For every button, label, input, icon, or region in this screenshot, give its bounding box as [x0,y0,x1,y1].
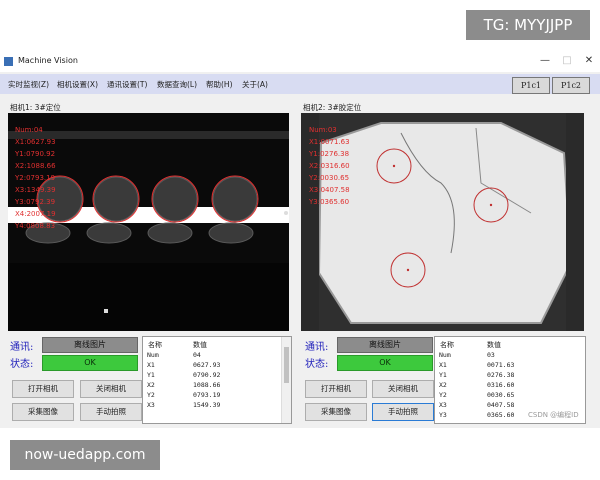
camera2-close-button[interactable]: 关闭相机 [372,380,434,398]
table-row-value: 0407.58 [487,401,515,409]
table-row-value: 0276.38 [487,371,515,379]
camera1-table-scrollbar[interactable] [281,337,291,423]
table-row-value: 0793.19 [193,391,221,399]
table-row-value: 1549.39 [193,401,221,409]
menu-bar: 实时监视(Z) 相机设置(X) 通讯设置(T) 数据查询(L) 帮助(H) 关于… [0,74,600,94]
cam2-overlay-y3: Y3:0365.60 [309,198,350,206]
table-row-value: 03 [487,351,495,359]
camera1-comm-value: 离线图片 [42,337,138,353]
menu-item-comm-settings[interactable]: 通讯设置(T) [107,79,147,90]
table-row-name: Y3 [439,411,447,419]
camera1-result-table[interactable]: 名称 数值 Num 04 X1 0627.93 Y1 0790.92 X2 1088.66 Y2… [142,336,292,424]
camera2-comm-value: 离线图片 [337,337,433,353]
table-row-name: X2 [147,381,155,389]
camera2-label: 相机2: 3#胶定位 [303,103,362,112]
cam1-overlay-x3: X3:1349.39 [15,186,56,194]
cam2-overlay-x2: X2:0316.60 [309,162,350,170]
camera1-table-header-value: 数值 [193,341,207,349]
table-row-value: 1088.66 [193,381,221,389]
table-row-value: 0365.60 [487,411,515,419]
menu-item-data-query[interactable]: 数据查询(L) [157,79,197,90]
window-title: Machine Vision [18,56,78,65]
close-icon[interactable]: ✕ [582,55,596,66]
table-row-value: 0790.92 [193,371,221,379]
camera1-open-button[interactable]: 打开相机 [12,380,74,398]
camera1-comm-label: 通讯: [10,342,34,353]
cam1-overlay-num: Num:04 [15,126,43,134]
table-row-value: 0627.93 [193,361,221,369]
table-row-name: X1 [439,361,447,369]
table-row-name: Y2 [439,391,447,399]
camera1-close-button[interactable]: 关闭相机 [80,380,142,398]
cam1-overlay-y2: Y2:0793.19 [15,174,56,182]
app-icon [4,57,13,66]
camera1-capture-button[interactable]: 采集图像 [12,403,74,421]
camera2-table-header-value: 数值 [487,341,501,349]
table-row-name: Num [147,351,159,359]
camera1-status-label: 状态: [10,359,34,370]
camera2-status-value: OK [337,355,433,371]
cam2-overlay-x1: X1:0071.63 [309,138,350,146]
cam1-overlay-y1: Y1:0790.92 [15,150,56,158]
camera2-open-button[interactable]: 打开相机 [305,380,367,398]
camera2-capture-button[interactable]: 采集图像 [305,403,367,421]
camera2-comm-label: 通讯: [305,342,329,353]
table-row-value: 0071.63 [487,361,515,369]
camera1-table-header-name: 名称 [148,341,162,349]
menu-item-monitor[interactable]: 实时监视(Z) [8,79,49,90]
table-row-name: X2 [439,381,447,389]
csdn-watermark: CSDN @编程ID [528,411,579,419]
table-row-name: Num [439,351,451,359]
maximize-icon[interactable]: □ [560,55,574,66]
camera2-status-label: 状态: [305,359,329,370]
scrollbar-thumb[interactable] [284,347,289,383]
table-row-name: Y1 [147,371,155,379]
cam2-overlay-x3: X3:0407.58 [309,186,350,194]
plc2-button[interactable]: P1c2 [552,77,590,94]
cam1-overlay-x2: X2:1088.66 [15,162,56,170]
cam2-overlay-y2: Y2:0030.65 [309,174,350,182]
camera1-manual-shot-button[interactable]: 手动拍照 [80,403,142,421]
table-row-name: X3 [147,401,155,409]
app-window: Machine Vision — □ ✕ 实时监视(Z) 相机设置(X) 通讯设… [0,52,600,428]
cam1-overlay-x4: X4:2007.19 [15,210,56,218]
table-row-name: X1 [147,361,155,369]
menu-item-help[interactable]: 帮助(H) [206,79,233,90]
table-row-value: 0030.65 [487,391,515,399]
cam1-overlay-y3: Y3:0792.39 [15,198,56,206]
camera1-status-value: OK [42,355,138,371]
cam1-overlay-y4: Y4:0808.83 [15,222,56,230]
table-row-name: Y1 [439,371,447,379]
menu-item-camera-settings[interactable]: 相机设置(X) [57,79,98,90]
bottom-watermark-tag: now-uedapp.com [10,440,160,470]
camera1-view[interactable]: Num:04 X1:0627.93 Y1:0790.92 X2:1088.66 … [8,113,289,331]
table-row-value: 0316.60 [487,381,515,389]
camera2-manual-shot-button[interactable]: 手动拍照 [372,403,434,421]
cam1-overlay-x1: X1:0627.93 [15,138,56,146]
plc1-button[interactable]: P1c1 [512,77,550,94]
minimize-icon[interactable]: — [538,55,552,66]
camera2-view[interactable]: Num:03 X1:0071.63 Y1:0276.38 X2:0316.60 … [301,113,584,331]
menu-item-about[interactable]: 关于(A) [242,79,268,90]
top-watermark-tag: TG: MYYJJPP [466,10,590,40]
cam2-overlay-y1: Y1:0276.38 [309,150,350,158]
table-row-name: Y2 [147,391,155,399]
camera2-table-header-name: 名称 [440,341,454,349]
table-row-name: X3 [439,401,447,409]
table-row-value: 04 [193,351,201,359]
title-bar: Machine Vision — □ ✕ [0,52,600,72]
cam2-overlay-num: Num:03 [309,126,337,134]
camera1-label: 相机1: 3#定位 [10,103,61,112]
